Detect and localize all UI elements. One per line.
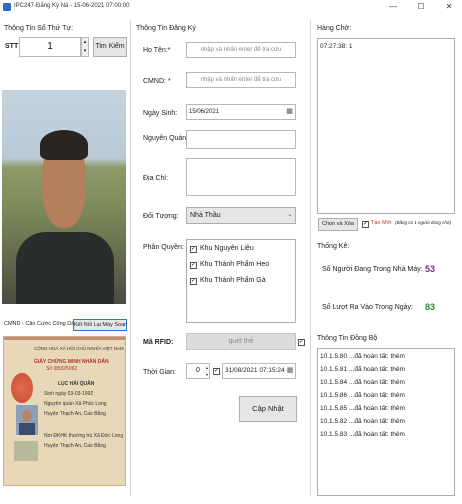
entries-count: 83 [425,302,436,312]
scan-card-button[interactable]: quét thẻ [186,333,296,350]
window-title: IPC247-Đăng Ký Nä - 15-06-2021 07:00:00 [14,3,130,9]
name-label: Họ Tên:* [143,47,171,54]
name-input[interactable]: nhập và nhấn enter để tra cứu [186,42,296,58]
queue-note: (Bằng có 1 người đang chờ) [395,220,452,225]
subject-label: Đối Tượng: [143,213,179,220]
in-factory-count: 53 [425,264,436,274]
entries-label: Số Lượt Ra Vào Trong Ngày: [322,304,413,311]
queue-title: Hàng Chờ: [317,25,352,32]
person-photo [2,90,126,304]
stt-label: STT [5,43,19,50]
queue-item[interactable]: 07:27:38: 1 [320,43,353,50]
permission-item-label: Khu Thành Phẩm Gà [200,277,266,284]
sync-line: 10.1.5.82 ...đã hoàn tất: thêm [320,418,405,425]
permission-list[interactable]: ✓ Khu Nguyên Liệu ✓ Khu Thành Phẩm Heo ✓… [186,239,296,323]
id-card-label: CMND - Căn Cước Công Dân [4,321,78,327]
dob-input[interactable]: 15/06/2021 [186,104,296,120]
create-new-checkbox[interactable]: ✓ [362,221,369,228]
origin-label: Nguyên Quán: [143,135,189,142]
reconnect-scanner-button[interactable]: Kết Nối Lại Máy Soan [73,319,127,331]
sync-line: 10.1.5.80 ...đã hoàn tất: thêm [320,353,405,360]
sync-list[interactable]: 10.1.5.80 ...đã hoàn tất: thêm 10.1.5.81… [317,348,455,496]
card-portrait [16,405,38,435]
permission-item-label: Khu Nguyên Liệu [200,245,254,252]
id-number-label: CMND: * [143,78,171,85]
update-button[interactable]: Cập Nhật [239,396,297,422]
maximize-button[interactable]: ☐ [410,0,432,14]
stt-spinner[interactable]: ▴ ▾ [81,37,89,57]
time-number-spinner[interactable]: ▴ ▾ [204,364,210,378]
column-divider [310,20,311,496]
address-label: Địa Chỉ: [143,175,168,182]
sync-line: 10.1.5.84 ...đã hoàn tất: thêm [320,379,405,386]
sync-line: 10.1.5.81 ...đã hoàn tất: thêm [320,366,405,373]
time-label: Thời Gian: [143,369,176,376]
calendar-icon[interactable]: ▦ [284,106,295,118]
id-number-input[interactable]: nhập và nhấn enter để tra cứu [186,72,296,88]
chevron-down-icon[interactable]: ⌄ [286,209,294,222]
permission-label: Phân Quyền: [143,244,184,251]
in-factory-label: Số Người Đang Trong Nhà Máy: [322,266,423,273]
permission-checkbox[interactable]: ✓ [190,262,197,269]
stats-title: Thống Kê: [317,243,350,250]
sync-line: 10.1.5.85 ...đã hoàn tất: thêm [320,405,405,412]
permission-checkbox[interactable]: ✓ [190,278,197,285]
rfid-label: Mã RFID: [143,339,174,346]
origin-input[interactable] [186,130,296,149]
subject-select[interactable]: Nhà Thầu [186,207,296,224]
card-fingerprint [14,441,38,461]
permission-checkbox[interactable]: ✓ [190,246,197,253]
time-checkbox[interactable]: ✓ [213,368,220,375]
card-emblem [11,373,33,403]
close-button[interactable]: ✕ [438,0,460,14]
permission-item-label: Khu Thành Phẩm Heo [200,261,270,268]
rfid-checkbox[interactable]: ✓ [298,339,305,346]
dob-label: Ngày Sinh: [143,110,178,117]
app-icon [3,3,11,11]
queue-info-title: Thông Tin Số Thứ Tự: [4,25,74,32]
sync-line: 10.1.5.83 ...đã hoàn tất: thêm [320,431,405,438]
sync-title: Thông Tin Đồng Bộ [317,335,378,342]
title-bar: IPC247-Đăng Ký Nä - 15-06-2021 07:00:00 … [0,0,462,14]
stt-input[interactable]: 1 [19,37,81,57]
sync-line: 10.1.5.86 ...đã hoàn tất: thêm [320,392,405,399]
search-button[interactable]: Tim Kiếm [93,37,127,57]
column-divider [130,20,131,496]
calendar-icon[interactable]: ▦ [285,365,295,377]
select-delete-button[interactable]: Chọn và Xóa [318,218,358,231]
create-new-label: Tạo Mới [371,220,392,226]
registration-title: Thông Tin Đăng Ký [136,25,196,32]
address-input[interactable] [186,158,296,196]
id-card-image: CỘNG HOÀ XÃ HỘI CHỦ NGHĨA VIỆT NAM GIẤY … [3,336,126,486]
minimize-button[interactable]: — [382,0,404,14]
queue-list[interactable]: 07:27:38: 1 [317,38,455,214]
